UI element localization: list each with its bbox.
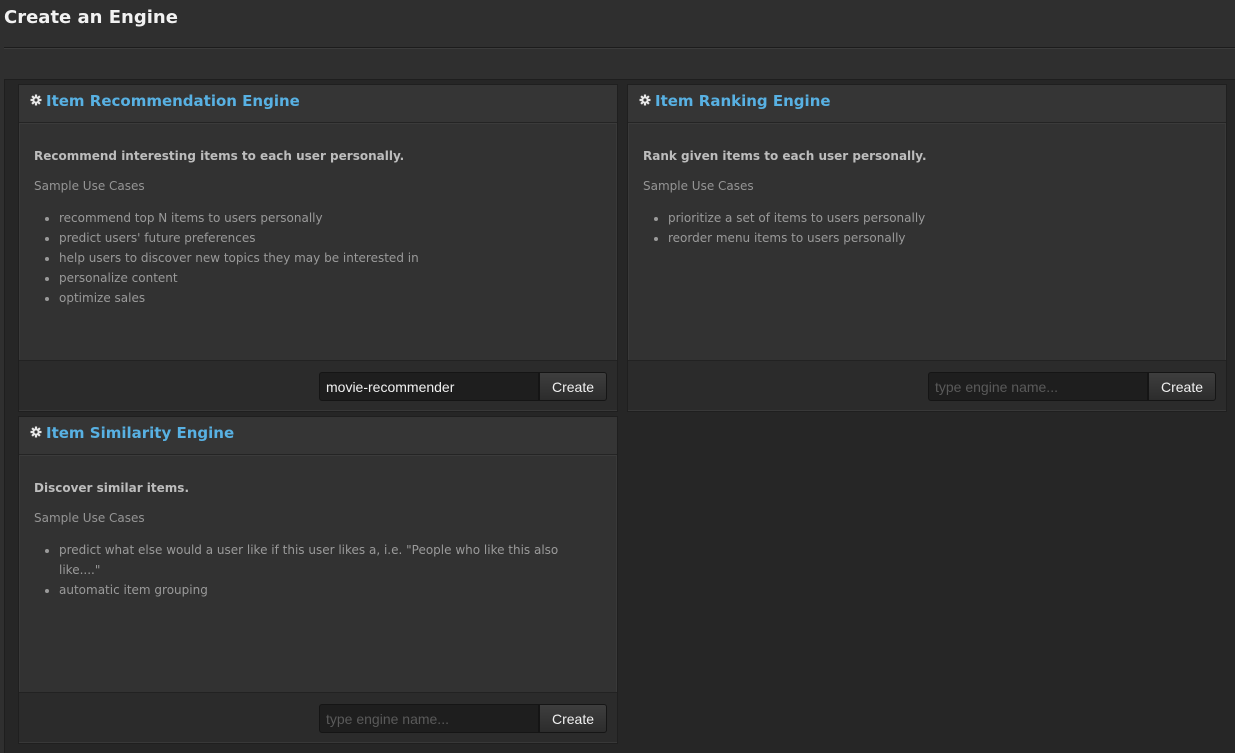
use-case-item: predict users' future preferences — [59, 228, 602, 248]
card-footer: Create — [628, 360, 1226, 411]
page-title: Create an Engine — [4, 7, 178, 28]
use-cases-heading: Sample Use Cases — [643, 179, 754, 193]
engine-card-item-recommendation: Item Recommendation Engine Recommend int… — [18, 84, 618, 412]
engine-summary: Rank given items to each user personally… — [643, 149, 927, 163]
engine-title: Item Recommendation Engine — [46, 92, 300, 110]
card-header: Item Recommendation Engine — [19, 85, 617, 123]
gear-icon — [639, 94, 651, 106]
engine-name-input[interactable] — [928, 372, 1148, 401]
create-button[interactable]: Create — [539, 704, 607, 733]
card-header: Item Ranking Engine — [628, 85, 1226, 123]
gear-icon — [30, 94, 42, 106]
use-case-list: recommend top N items to users personall… — [34, 208, 602, 308]
engine-card-item-ranking: Item Ranking Engine Rank given items to … — [627, 84, 1227, 412]
engine-name-input[interactable] — [319, 372, 539, 401]
engine-title: Item Ranking Engine — [655, 92, 831, 110]
use-case-item: personalize content — [59, 268, 602, 288]
card-body: Recommend interesting items to each user… — [34, 148, 602, 308]
engine-title: Item Similarity Engine — [46, 424, 235, 442]
use-case-item: reorder menu items to users personally — [668, 228, 1211, 248]
use-case-list: predict what else would a user like if t… — [34, 540, 602, 600]
gear-icon — [30, 426, 42, 438]
create-button[interactable]: Create — [539, 372, 607, 401]
use-cases-heading: Sample Use Cases — [34, 511, 145, 525]
card-footer: Create — [19, 360, 617, 411]
card-body: Discover similar items. Sample Use Cases… — [34, 480, 602, 600]
card-body: Rank given items to each user personally… — [643, 148, 1211, 248]
title-divider — [4, 47, 1235, 49]
use-case-item: prioritize a set of items to users perso… — [668, 208, 1211, 228]
create-button[interactable]: Create — [1148, 372, 1216, 401]
card-header: Item Similarity Engine — [19, 417, 617, 455]
engine-summary: Recommend interesting items to each user… — [34, 149, 405, 163]
use-case-item: predict what else would a user like if t… — [59, 540, 602, 580]
use-case-item: automatic item grouping — [59, 580, 602, 600]
engine-summary: Discover similar items. — [34, 481, 190, 495]
use-case-item: help users to discover new topics they m… — [59, 248, 602, 268]
use-case-item: optimize sales — [59, 288, 602, 308]
use-case-list: prioritize a set of items to users perso… — [643, 208, 1211, 248]
engine-card-item-similarity: Item Similarity Engine Discover similar … — [18, 416, 618, 744]
engine-name-input[interactable] — [319, 704, 539, 733]
use-cases-heading: Sample Use Cases — [34, 179, 145, 193]
engine-grid: Item Recommendation Engine Recommend int… — [4, 79, 1235, 753]
card-footer: Create — [19, 692, 617, 743]
use-case-item: recommend top N items to users personall… — [59, 208, 602, 228]
